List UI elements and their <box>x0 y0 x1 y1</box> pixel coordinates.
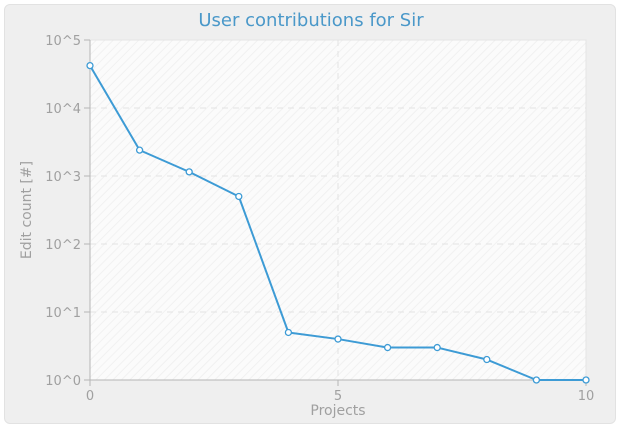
x-tick-label: 5 <box>334 389 342 404</box>
data-point <box>185 168 193 176</box>
y-tick-label: 10^5 <box>45 34 81 49</box>
data-point <box>433 343 441 352</box>
data-point <box>483 355 491 364</box>
data-point <box>334 335 342 343</box>
data-point <box>235 192 243 201</box>
y-tick-label: 10^3 <box>45 170 81 185</box>
data-point <box>284 328 293 337</box>
x-axis-title: Projects <box>310 403 365 419</box>
x-tick-label: 0 <box>86 389 94 404</box>
data-point <box>532 376 541 384</box>
y-tick-label: 10^4 <box>45 102 81 117</box>
y-axis-title: Edit count [#] <box>19 161 35 259</box>
line-chart: 10^0 10^1 10^2 10^3 10^4 10^5 0 5 10 Projects Ed… <box>19 34 595 419</box>
y-tick-label: 10^0 <box>45 374 81 389</box>
data-point <box>135 146 144 154</box>
data-point <box>86 61 94 70</box>
y-tick-label: 10^2 <box>45 238 81 253</box>
data-point <box>383 343 392 352</box>
y-tick-label: 10^1 <box>45 306 81 321</box>
x-tick-label: 10 <box>578 389 595 404</box>
data-point <box>582 376 590 384</box>
